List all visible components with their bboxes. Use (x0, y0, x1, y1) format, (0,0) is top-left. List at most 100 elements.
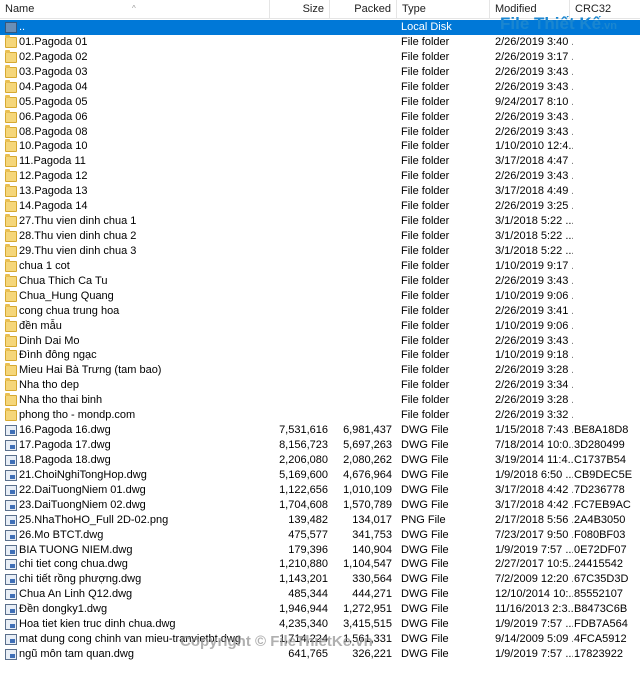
column-packed[interactable]: Packed (330, 0, 397, 19)
list-item[interactable]: 21.ChoiNghiTongHop.dwg 5,169,600 4,676,964… (0, 468, 640, 483)
list-item[interactable]: 27.Thu vien dinh chua 1 File folder 3/1/20… (0, 214, 640, 229)
list-item[interactable]: 03.Pagoda 03 File folder 2/26/2019 3:43 ..… (0, 64, 640, 80)
cell-crc (574, 65, 638, 80)
cell-type: File folder (401, 80, 450, 93)
folder-icon (5, 378, 17, 392)
cell-crc (574, 378, 638, 393)
cell-packed (330, 139, 392, 154)
cell-type: File folder (401, 185, 450, 198)
list-item[interactable]: Mieu Hai Bà Trưng (tam bao) File folder 2/… (0, 363, 640, 378)
cell-size: 1,946,944 (279, 603, 328, 616)
list-item[interactable]: Nha tho thai binh File folder 2/26/2019 3:… (0, 393, 640, 408)
list-item[interactable]: 08.Pagoda 08 File folder 2/26/2019 3:43 ..… (0, 124, 640, 140)
list-item[interactable]: Chua Thich Ca Tu File folder 2/26/2019 3:4… (0, 273, 640, 289)
list-item[interactable]: 12.Pagoda 12 File folder 2/26/2019 3:43 ..… (0, 169, 640, 184)
list-item[interactable]: Chua An Linh Q12.dwg 485,344 444,271 DWG Fi… (0, 587, 640, 602)
dwg-file-icon (5, 634, 17, 646)
folder-icon (5, 318, 17, 332)
folder-icon (5, 94, 17, 108)
folder-icon (5, 348, 17, 362)
cell-type: File folder (401, 409, 450, 422)
cell-packed (330, 304, 392, 319)
list-item[interactable]: Dinh Dai Mo File folder 2/26/2019 3:43 ... (0, 333, 640, 349)
cell-size (270, 378, 328, 393)
list-item[interactable]: cong chua trung hoa File folder 2/26/2019 … (0, 303, 640, 319)
cell-size (270, 169, 328, 184)
cell-packed: 4,676,964 (343, 468, 392, 481)
folder-icon (5, 124, 17, 138)
cell-packed (330, 274, 392, 289)
list-item[interactable]: chi tiet cong chua.dwg 1,210,880 1,104,547… (0, 557, 640, 572)
cell-type: DWG File (401, 543, 449, 556)
cell-packed: 1,010,109 (343, 483, 392, 496)
cell-type: DWG File (401, 439, 449, 452)
folder-icon (5, 273, 17, 287)
cell-size (270, 125, 328, 140)
cell-name: 12.Pagoda 12 (19, 170, 88, 183)
cell-type: File folder (401, 364, 450, 377)
column-size[interactable]: Size (270, 0, 330, 19)
cell-type: File folder (401, 244, 450, 257)
list-item[interactable]: 11.Pagoda 11 File folder 3/17/2018 4:47 ..… (0, 154, 640, 169)
cell-crc: FC7EB9AC (574, 498, 631, 511)
cell-type: DWG File (401, 424, 449, 437)
dwg-file-icon (5, 454, 17, 466)
cell-type: File folder (401, 95, 450, 108)
cell-modified: 7/18/2014 10:0... (495, 439, 573, 452)
cell-packed (330, 244, 392, 259)
cell-packed (330, 110, 392, 125)
cell-crc (574, 229, 638, 244)
list-item[interactable]: 23.DaiTuongNiem 02.dwg 1,704,608 1,570,789… (0, 498, 640, 513)
cell-name: Mieu Hai Bà Trưng (tam bao) (19, 364, 162, 377)
cell-crc: BE8A18D8 (574, 424, 629, 437)
dwg-file-icon (5, 589, 17, 601)
list-item[interactable]: 06.Pagoda 06 File folder 2/26/2019 3:43 ..… (0, 109, 640, 125)
list-item[interactable]: chua 1 cot File folder 1/10/2019 9:17 ... (0, 258, 640, 274)
cell-name: .. (19, 21, 26, 33)
list-item[interactable]: 25.NhaThoHO_Full 2D-02.png 139,482 134,017… (0, 513, 640, 528)
cell-packed: 1,570,789 (343, 498, 392, 511)
cell-name: 18.Pagoda 18.dwg (19, 453, 111, 466)
cell-type: DWG File (401, 633, 449, 646)
column-name[interactable]: Name ^ (0, 0, 270, 19)
cell-type: File folder (401, 170, 450, 183)
list-item[interactable]: 28.Thu vien dinh chua 2 File folder 3/1/20… (0, 229, 640, 244)
cell-modified: 1/9/2019 7:57 ... (495, 648, 573, 661)
cell-packed (330, 259, 392, 274)
column-packed-label: Packed (354, 3, 391, 15)
list-item[interactable]: 02.Pagoda 02 File folder 2/26/2019 3:17 ..… (0, 49, 640, 65)
cell-name: Đình đông ngạc (19, 349, 97, 362)
cell-type: DWG File (401, 558, 449, 571)
list-item[interactable]: 17.Pagoda 17.dwg 8,156,723 5,697,263 DWG Fi… (0, 438, 640, 453)
cell-name: cong chua trung hoa (19, 304, 120, 317)
cell-name: 13.Pagoda 13 (19, 185, 88, 198)
list-item[interactable]: 22.DaiTuongNiem 01.dwg 1,122,656 1,010,109… (0, 483, 640, 498)
list-item[interactable]: chi tiết rồng phượng.dwg 1,143,201 330,564… (0, 572, 640, 587)
list-item[interactable]: 13.Pagoda 13 File folder 3/17/2018 4:49 ..… (0, 184, 640, 199)
list-item[interactable]: 14.Pagoda 14 File folder 2/26/2019 3:25 ..… (0, 199, 640, 214)
list-item[interactable]: 26.Mo BTCT.dwg 475,577 341,753 DWG File 7/23… (0, 528, 640, 543)
cell-modified: 1/10/2019 9:06 ... (495, 289, 573, 302)
list-item[interactable]: Nha tho dep File folder 2/26/2019 3:34 ... (0, 378, 640, 393)
list-item[interactable]: 05.Pagoda 05 File folder 9/24/2017 8:10 ..… (0, 94, 640, 110)
list-item[interactable]: 29.Thu vien dinh chua 3 File folder 3/1/20… (0, 243, 640, 259)
cell-modified: 3/1/2018 5:22 ... (495, 230, 573, 243)
list-item[interactable]: 10.Pagoda 10 File folder 1/10/2010 12:4... (0, 139, 640, 154)
list-item[interactable]: 04.Pagoda 04 File folder 2/26/2019 3:43 ..… (0, 79, 640, 95)
cell-modified: 1/15/2018 7:43 ... (495, 424, 573, 437)
list-item[interactable]: Chua_Hung Quang File folder 1/10/2019 9:06… (0, 288, 640, 304)
list-item[interactable]: BIA TUONG NIEM.dwg 179,396 140,904 DWG File… (0, 543, 640, 558)
list-item[interactable]: 16.Pagoda 16.dwg 7,531,616 6,981,437 DWG Fi… (0, 423, 640, 438)
cell-crc: B8473C6B (574, 603, 628, 616)
cell-name: đền mẫu (19, 319, 62, 332)
cell-modified: 2/26/2019 3:34 ... (495, 379, 573, 392)
column-type[interactable]: Type (397, 0, 490, 19)
dwg-file-icon (5, 544, 17, 556)
list-item[interactable]: 18.Pagoda 18.dwg 2,206,080 2,080,262 DWG Fi… (0, 453, 640, 468)
list-item[interactable]: đền mẫu File folder 1/10/2019 9:06 ... (0, 318, 640, 334)
list-item[interactable]: Đình đông ngạc File folder 1/10/2019 9:18 … (0, 348, 640, 363)
list-item[interactable]: phong tho - mondp.com File folder 2/26/201… (0, 408, 640, 423)
list-item[interactable]: Đền dongky1.dwg 1,946,944 1,272,951 DWG Fil… (0, 602, 640, 617)
list-item[interactable]: Hoa tiet kien truc dinh chua.dwg 4,235,34… (0, 617, 640, 632)
watermark-copyright: Copyright © FileThietKe.vn (180, 633, 373, 650)
